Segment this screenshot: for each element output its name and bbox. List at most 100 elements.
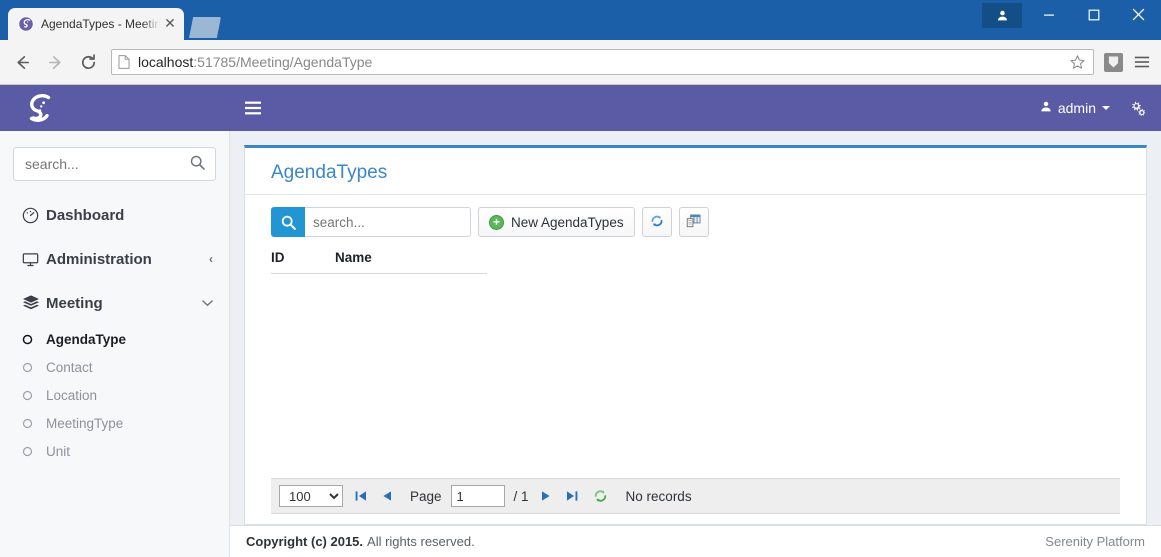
page-size-select[interactable]: 100: [279, 485, 343, 507]
quick-search-input[interactable]: [305, 207, 471, 237]
sidebar-subitem-label: Contact: [46, 359, 93, 375]
monitor-icon: [22, 251, 46, 268]
chevron-left-icon: ‹: [209, 252, 213, 266]
sidebar-item-label: Meeting: [46, 294, 103, 312]
application: admin search... Dashboard Administration…: [0, 85, 1161, 557]
sidebar-item-meeting[interactable]: Meeting: [0, 281, 229, 325]
search-icon[interactable]: [271, 207, 305, 237]
column-picker-icon: [686, 213, 702, 232]
user-icon: [1040, 100, 1052, 116]
window-controls: [982, 0, 1161, 29]
next-page-icon[interactable]: [538, 489, 554, 503]
close-button[interactable]: [1116, 0, 1161, 29]
sidebar-item-administration[interactable]: Administration ‹: [0, 237, 229, 281]
new-agendatypes-label: New AgendaTypes: [511, 214, 624, 230]
browser-tab[interactable]: AgendaTypes - MeetingM ✕: [8, 8, 184, 40]
grid-body-empty: [271, 274, 1120, 478]
circle-icon: [22, 446, 46, 457]
sidebar-subitem-contact[interactable]: Contact: [0, 353, 229, 381]
agendatypes-panel: AgendaTypes + New AgendaTypes: [244, 145, 1147, 525]
sidebar-subitem-label: Location: [46, 387, 98, 403]
browser-window: AgendaTypes - MeetingM ✕: [0, 0, 1161, 557]
new-agendatypes-button[interactable]: + New AgendaTypes: [478, 207, 635, 237]
refresh-icon: [649, 213, 665, 232]
page-label: Page: [410, 488, 442, 504]
maximize-button[interactable]: [1071, 0, 1116, 29]
chevron-down-icon: [202, 299, 213, 307]
circle-icon: [22, 362, 46, 373]
forward-icon[interactable]: [41, 48, 69, 76]
browser-toolbar: localhost:51785/Meeting/AgendaType: [0, 40, 1161, 85]
footer-rights: All rights reserved.: [367, 534, 475, 549]
page-number-input[interactable]: [450, 485, 505, 507]
grid-column-header-name[interactable]: Name: [335, 250, 372, 265]
sidebar-subitem-label: MeetingType: [46, 415, 124, 431]
sidebar-toggle-hamburger-icon[interactable]: [230, 85, 276, 131]
footer-platform: Serenity Platform: [1045, 534, 1145, 549]
search-icon[interactable]: [190, 155, 205, 175]
chrome-menu-icon[interactable]: [1131, 54, 1153, 70]
grid-toolbar: + New AgendaTypes: [271, 207, 1120, 237]
url-path: :51785/Meeting/AgendaType: [193, 54, 373, 70]
app-footer: Copyright (c) 2015. All rights reserved.…: [230, 525, 1161, 557]
sidebar-subitem-meetingtype[interactable]: MeetingType: [0, 409, 229, 437]
circle-icon: [22, 334, 46, 345]
profile-icon[interactable]: [982, 3, 1022, 28]
grid-column-header-id[interactable]: ID: [271, 250, 335, 265]
user-menu[interactable]: admin: [1040, 100, 1110, 116]
footer-copyright: Copyright (c) 2015.: [246, 534, 364, 549]
prev-page-icon[interactable]: [379, 489, 395, 503]
tab-close-icon[interactable]: ✕: [162, 16, 178, 32]
quick-search: [271, 207, 471, 237]
circle-icon: [22, 390, 46, 401]
layers-icon: [22, 294, 46, 312]
url-text: localhost:51785/Meeting/AgendaType: [138, 54, 1067, 70]
page-document-icon: [118, 55, 132, 69]
sidebar-item-label: Dashboard: [46, 206, 125, 224]
cogs-icon[interactable]: [1128, 99, 1147, 117]
back-icon[interactable]: [8, 48, 36, 76]
page-title: AgendaTypes: [245, 148, 1146, 195]
sidebar-item-dashboard[interactable]: Dashboard: [0, 193, 229, 237]
address-bar[interactable]: localhost:51785/Meeting/AgendaType: [111, 49, 1094, 75]
first-page-icon[interactable]: [352, 489, 370, 503]
reload-green-icon[interactable]: [590, 488, 611, 504]
sidebar-search: [0, 131, 229, 181]
sidebar: Dashboard Administration ‹: [0, 131, 230, 557]
column-picker-button[interactable]: [678, 207, 709, 237]
navbar-right: admin: [1040, 99, 1161, 117]
sidebar-subitem-unit[interactable]: Unit: [0, 437, 229, 465]
refresh-button[interactable]: [641, 207, 672, 237]
new-tab-button[interactable]: [189, 17, 221, 38]
url-host: localhost: [138, 54, 194, 70]
minimize-button[interactable]: [1026, 0, 1071, 29]
user-name: admin: [1057, 100, 1096, 116]
tab-title: AgendaTypes - MeetingM: [41, 17, 160, 31]
grid-header-row: ID Name: [271, 250, 487, 274]
grid-pager: 100 Page / 1: [271, 478, 1120, 514]
sidebar-nav: Dashboard Administration ‹ Meeting Agend…: [0, 193, 229, 465]
star-icon[interactable]: [1067, 54, 1087, 71]
chevron-down-icon: [1102, 106, 1110, 110]
grid-container: + New AgendaTypes: [245, 195, 1146, 524]
serenity-spiral-icon: [18, 16, 34, 32]
app-navbar: admin: [0, 85, 1161, 131]
reload-icon[interactable]: [74, 48, 102, 76]
app-logo[interactable]: [0, 85, 230, 131]
content-area: AgendaTypes + New AgendaTypes: [230, 131, 1161, 557]
tab-strip: AgendaTypes - MeetingM ✕: [8, 6, 221, 40]
browser-titlebar: AgendaTypes - MeetingM ✕: [0, 0, 1161, 40]
extension-icon[interactable]: [1104, 52, 1123, 72]
sidebar-search-input[interactable]: [13, 147, 216, 181]
dashboard-speedometer-icon: [22, 207, 46, 224]
sidebar-subitem-location[interactable]: Location: [0, 381, 229, 409]
plus-circle-icon: +: [489, 214, 504, 230]
sidebar-subitem-label: AgendaType: [46, 331, 127, 347]
sidebar-subitem-label: Unit: [46, 443, 71, 459]
sidebar-item-label: Administration: [46, 250, 152, 268]
last-page-icon[interactable]: [563, 489, 581, 503]
total-pages-label: / 1: [513, 488, 529, 504]
sidebar-subitem-agendatype[interactable]: AgendaType: [0, 325, 229, 353]
circle-icon: [22, 418, 46, 429]
record-count-status: No records: [625, 488, 692, 504]
